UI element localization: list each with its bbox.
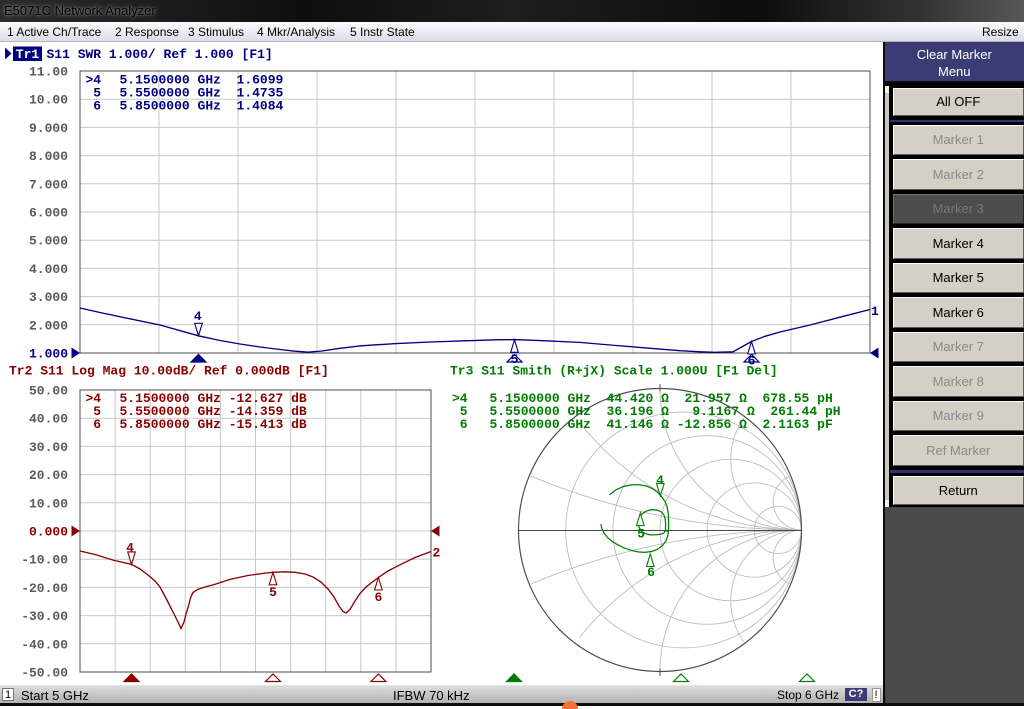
svg-text:2: 2 [433,546,441,561]
svg-text:4: 4 [194,309,202,324]
svg-text:-10.00: -10.00 [21,553,68,568]
svg-text:Tr2 S11 Log Mag 10.00dB/ Ref 0: Tr2 S11 Log Mag 10.00dB/ Ref 0.000dB [F1… [9,364,329,379]
svg-text:30.00: 30.00 [29,440,68,455]
svg-text:10.00: 10.00 [29,496,68,511]
svg-text:-50.00: -50.00 [21,666,68,681]
svg-text:3.000: 3.000 [29,290,68,305]
svg-text:6: 6 [748,354,756,369]
svg-text:5.8500000 GHz 41.146 Ω -12.85: 5.8500000 GHz 41.146 Ω -12.856 Ω 2.1163 … [490,417,833,432]
svg-text:-30.00: -30.00 [21,609,68,624]
svg-text:40.00: 40.00 [29,412,68,427]
svg-text:5: 5 [511,352,519,367]
svg-text:0.000: 0.000 [29,525,68,540]
svg-text:11.00: 11.00 [29,65,68,80]
svg-text:5: 5 [637,527,645,542]
svg-text:6.000: 6.000 [29,206,68,221]
svg-text:Tr1: Tr1 [16,47,40,62]
svg-text:-20.00: -20.00 [21,581,68,596]
svg-text:S11 SWR 1.000/ Ref 1.000 [F1]: S11 SWR 1.000/ Ref 1.000 [F1] [47,47,273,62]
svg-text:9.000: 9.000 [29,121,68,136]
svg-text:20.00: 20.00 [29,468,68,483]
svg-text:5.8500000 GHz -15.413 dB: 5.8500000 GHz -15.413 dB [120,417,307,432]
svg-text:6: 6 [86,99,102,114]
svg-text:4.000: 4.000 [29,262,68,277]
svg-text:1: 1 [871,304,879,319]
svg-text:6: 6 [374,590,382,605]
svg-text:6: 6 [452,417,468,432]
svg-text:-40.00: -40.00 [21,637,68,652]
svg-text:10.00: 10.00 [29,93,68,108]
svg-text:5.000: 5.000 [29,234,68,249]
svg-text:5.8500000 GHz 1.4084: 5.8500000 GHz 1.4084 [120,99,284,114]
svg-text:7.000: 7.000 [29,177,68,192]
svg-text:2.000: 2.000 [29,318,68,333]
svg-text:50.00: 50.00 [29,384,68,399]
svg-text:Tr3 S11 Smith (R+jX) Scale 1.0: Tr3 S11 Smith (R+jX) Scale 1.000U [F1 De… [450,364,778,379]
svg-text:8.000: 8.000 [29,149,68,164]
svg-text:5: 5 [269,585,277,600]
svg-text:6: 6 [86,417,102,432]
svg-text:6: 6 [647,565,655,580]
svg-text:1.000: 1.000 [29,347,68,362]
